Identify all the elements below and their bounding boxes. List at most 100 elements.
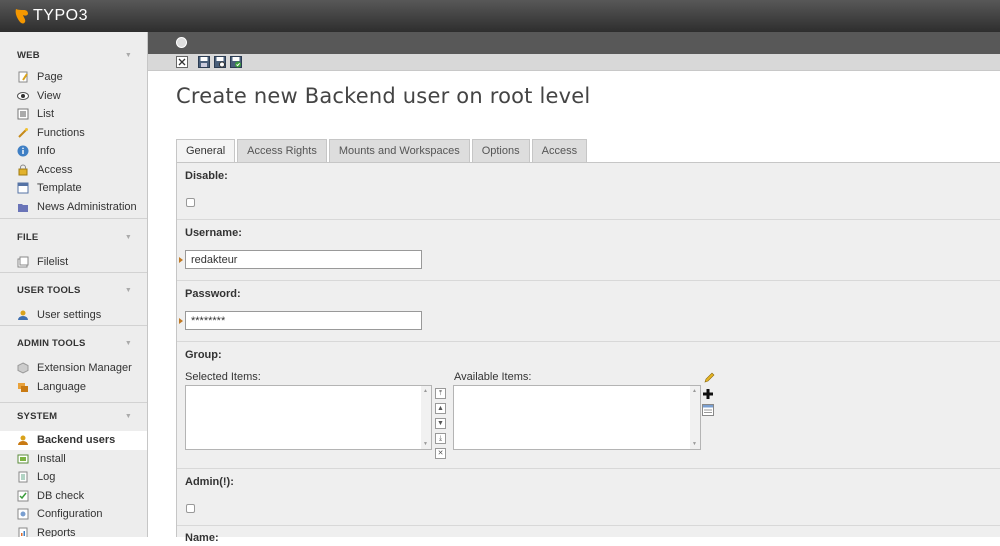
- disable-label: Disable:: [185, 170, 228, 182]
- filelist-icon: [17, 256, 29, 268]
- tab-mounts-and-workspaces[interactable]: Mounts and Workspaces: [328, 139, 470, 163]
- db-check-icon: [17, 490, 29, 502]
- save-and-view-icon[interactable]: [214, 56, 226, 68]
- sidebar-item-template[interactable]: Template: [0, 179, 147, 198]
- sidebar-item-view[interactable]: View: [0, 87, 147, 106]
- menu-group-admin-tools: ADMIN TOOLS ▼ Extension Manager Language: [0, 332, 147, 397]
- page-title: Create new Backend user on root level: [176, 84, 591, 108]
- context-sensitive-help-icon[interactable]: [176, 37, 187, 48]
- available-items-label: Available Items:: [454, 371, 532, 383]
- selected-items-list[interactable]: [185, 385, 432, 450]
- sidebar-item-list[interactable]: List: [0, 105, 147, 124]
- tab-options[interactable]: Options: [471, 139, 530, 163]
- move-to-top-icon[interactable]: ⤒: [435, 388, 446, 399]
- install-icon: [17, 453, 29, 465]
- collapse-icon[interactable]: ▼: [125, 234, 132, 241]
- move-up-icon[interactable]: ▲: [435, 403, 446, 414]
- move-to-bottom-icon[interactable]: ⤓: [435, 433, 446, 444]
- folder-icon: [17, 201, 29, 213]
- available-items-list[interactable]: [453, 385, 701, 450]
- save-and-close-icon[interactable]: [230, 56, 242, 68]
- field-name: Name:: [177, 526, 1000, 546]
- backend-user-icon: [17, 434, 29, 446]
- tab-bar: General Access Rights Mounts and Workspa…: [176, 139, 589, 163]
- edit-pencil-icon[interactable]: [703, 372, 715, 384]
- collapse-icon[interactable]: ▼: [125, 340, 132, 347]
- username-input[interactable]: [185, 250, 422, 269]
- sidebar-item-install[interactable]: Install: [0, 450, 147, 469]
- logo-text: TYPO3: [33, 7, 88, 24]
- disable-checkbox[interactable]: [186, 198, 195, 207]
- collapse-icon[interactable]: ▼: [125, 413, 132, 420]
- close-icon[interactable]: [176, 56, 188, 68]
- sidebar-item-access[interactable]: Access: [0, 161, 147, 180]
- list-icon: [17, 108, 29, 120]
- user-icon: [17, 309, 29, 321]
- button-bar: [148, 54, 1000, 71]
- content-area: Create new Backend user on root level Ge…: [148, 32, 1000, 544]
- typo3-logo-icon: [15, 9, 28, 24]
- username-label: Username:: [185, 227, 242, 239]
- required-marker-icon: [179, 257, 183, 263]
- sidebar-item-log[interactable]: Log: [0, 468, 147, 487]
- collapse-icon[interactable]: ▼: [125, 287, 132, 294]
- collapse-icon[interactable]: ▼: [125, 52, 132, 59]
- sidebar-item-news-administration[interactable]: News Administration: [0, 198, 147, 217]
- reports-icon: [17, 527, 29, 537]
- password-label: Password:: [185, 288, 241, 300]
- sidebar-item-configuration[interactable]: Configuration: [0, 505, 147, 524]
- info-icon: [17, 145, 29, 157]
- add-plus-icon[interactable]: [702, 388, 714, 400]
- sidebar-item-user-settings[interactable]: User settings: [0, 306, 147, 325]
- divider: [0, 325, 147, 326]
- tab-access-rights[interactable]: Access Rights: [237, 139, 327, 163]
- sidebar-item-db-check[interactable]: DB check: [0, 487, 147, 506]
- sidebar-item-language[interactable]: Language: [0, 378, 147, 397]
- menu-group-header[interactable]: ADMIN TOOLS ▼: [0, 332, 147, 354]
- password-input[interactable]: [185, 311, 422, 330]
- typo3-logo[interactable]: TYPO3: [14, 7, 88, 25]
- sidebar-item-reports[interactable]: Reports: [0, 524, 147, 537]
- sidebar-item-info[interactable]: Info: [0, 142, 147, 161]
- menu-group-header[interactable]: USER TOOLS ▼: [0, 279, 147, 301]
- menu-group-header[interactable]: SYSTEM ▼: [0, 405, 147, 427]
- sidebar-item-backend-users[interactable]: Backend users: [0, 431, 147, 450]
- top-bar: TYPO3: [0, 0, 1000, 32]
- list-records-icon[interactable]: [702, 404, 714, 416]
- menu-group-user-tools: USER TOOLS ▼ User settings: [0, 279, 147, 325]
- sidebar-item-filelist[interactable]: Filelist: [0, 253, 147, 272]
- sidebar-item-functions[interactable]: Functions: [0, 124, 147, 143]
- divider: [0, 402, 147, 403]
- admin-label: Admin(!):: [185, 476, 234, 488]
- scrollbar[interactable]: [690, 386, 700, 449]
- wand-icon: [17, 127, 29, 139]
- sidebar-item-page[interactable]: Page: [0, 68, 147, 87]
- language-icon: [17, 381, 29, 393]
- menu-group-web: WEB ▼ Page View List Functions Info Acces…: [0, 44, 147, 217]
- field-admin: Admin(!):: [177, 469, 1000, 526]
- menu-group-system: SYSTEM ▼ Backend users Install Log DB che…: [0, 405, 147, 537]
- field-disable: Disable:: [177, 163, 1000, 220]
- divider: [0, 218, 147, 219]
- menu-group-header[interactable]: WEB ▼: [0, 44, 147, 66]
- move-down-icon[interactable]: ▼: [435, 418, 446, 429]
- tab-panel-general: Disable: Username: Password: Group: Sele…: [176, 162, 1000, 544]
- required-marker-icon: [179, 318, 183, 324]
- eye-icon: [17, 90, 29, 102]
- template-icon: [17, 182, 29, 194]
- menu-group-header[interactable]: FILE ▼: [0, 226, 147, 248]
- admin-checkbox[interactable]: [186, 504, 195, 513]
- tab-access[interactable]: Access: [531, 139, 588, 163]
- field-username: Username:: [177, 220, 1000, 281]
- divider: [0, 272, 147, 273]
- name-label: Name:: [185, 532, 219, 544]
- sidebar-item-extension-manager[interactable]: Extension Manager: [0, 359, 147, 378]
- selected-items-label: Selected Items:: [185, 371, 261, 383]
- page-icon: [17, 71, 29, 83]
- save-icon[interactable]: [198, 56, 210, 68]
- scrollbar[interactable]: [421, 386, 431, 449]
- tab-general[interactable]: General: [176, 139, 236, 163]
- configuration-icon: [17, 508, 29, 520]
- remove-item-icon[interactable]: ✕: [435, 448, 446, 459]
- field-password: Password:: [177, 281, 1000, 342]
